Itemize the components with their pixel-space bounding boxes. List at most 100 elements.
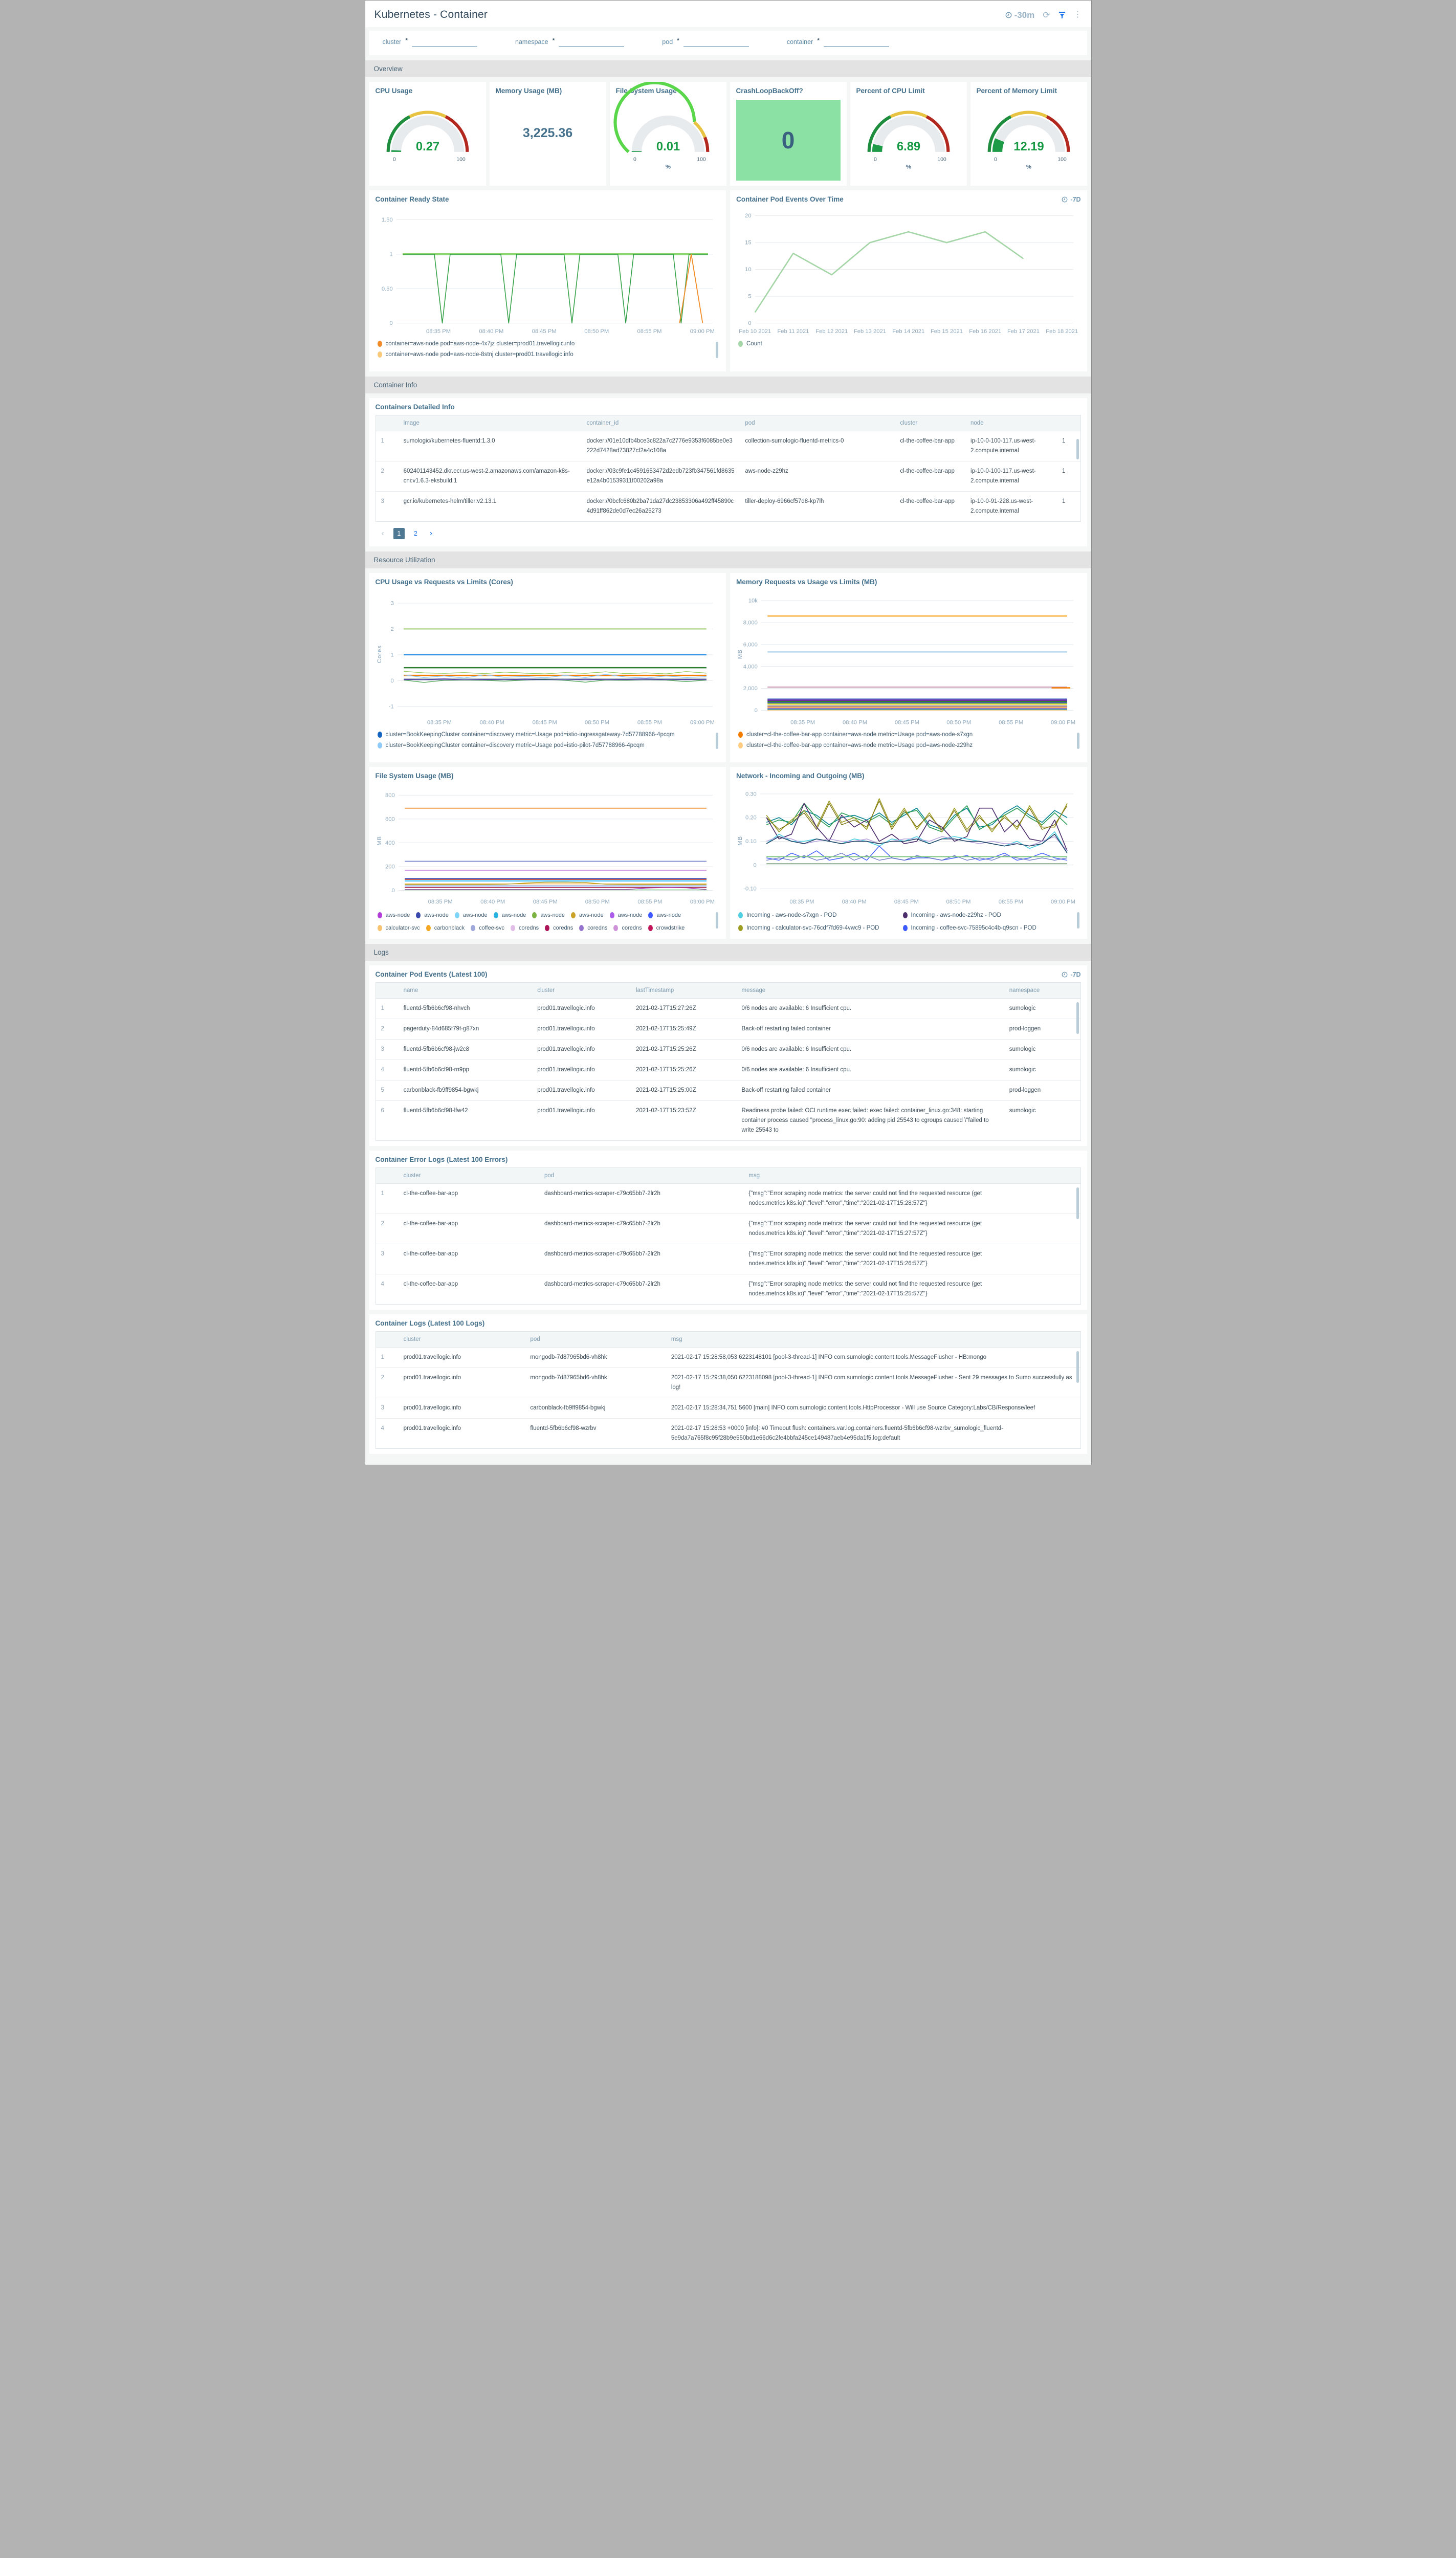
column-header[interactable]: cluster bbox=[532, 983, 631, 999]
legend-item[interactable]: coffee-svc bbox=[471, 924, 504, 932]
legend-item[interactable]: aws-node bbox=[493, 911, 526, 919]
panel-title: CPU Usage vs Requests vs Limits (Cores) bbox=[375, 578, 513, 586]
column-header[interactable] bbox=[376, 983, 399, 999]
column-header[interactable]: node bbox=[965, 415, 1057, 432]
refresh-button[interactable]: ⟳ bbox=[1043, 11, 1050, 19]
section-resource-utilization: Resource Utilization bbox=[365, 551, 1091, 568]
container-info-row: Containers Detailed Info image container_… bbox=[369, 398, 1087, 546]
filter-icon bbox=[1058, 11, 1065, 18]
legend-item[interactable]: coredns bbox=[579, 924, 607, 932]
table-cell: dashboard-metrics-scraper-c79c65bb7-2lr2… bbox=[539, 1214, 744, 1244]
table-cell: prod-loggen bbox=[1004, 1019, 1080, 1040]
legend-item[interactable]: Incoming - calculator-svc-76cdf7fd69-4vw… bbox=[738, 924, 893, 932]
column-header[interactable]: cluster bbox=[398, 1331, 525, 1348]
legend-item[interactable]: calculator-svc bbox=[377, 924, 420, 932]
charts-row-3: File System Usage (MB) 0 200 400 600 800 08:3… bbox=[369, 767, 1087, 939]
table-row: 1 prod01.travellogic.info mongodb-7d87965b… bbox=[376, 1347, 1080, 1368]
scrollbar[interactable] bbox=[716, 342, 718, 359]
table-cell: 2 bbox=[376, 461, 399, 492]
panel-containers-detailed-info: Containers Detailed Info image container_… bbox=[369, 398, 1087, 546]
table-cell: docker://01e10dfb4bce3c822a7c2776e9353f6… bbox=[586, 438, 733, 454]
column-header[interactable]: pod bbox=[525, 1331, 666, 1348]
table-cell: tiller-deploy-6966cf57d8-kp7lh bbox=[740, 491, 895, 521]
legend-item[interactable]: aws-node bbox=[648, 911, 681, 919]
column-header[interactable]: name bbox=[398, 983, 533, 999]
cpu-usage-gauge: 0.27 0 100 bbox=[386, 111, 469, 162]
legend-item[interactable]: cluster=cl-the-coffee-bar-app container=… bbox=[738, 732, 1074, 738]
panel-cpu-vs-requests: CPU Usage vs Requests vs Limits (Cores) … bbox=[369, 572, 726, 763]
filter-container-input[interactable] bbox=[823, 38, 889, 47]
column-header[interactable] bbox=[376, 415, 399, 432]
panel-percent-cpu-limit: Percent of CPU Limit 6.89 0 100% bbox=[850, 82, 967, 186]
legend-item[interactable]: aws-node bbox=[609, 911, 642, 919]
table-cell: 3 bbox=[376, 1397, 399, 1419]
legend-item[interactable]: cluster=BookKeepingCluster container=dis… bbox=[377, 732, 713, 738]
table-row: 4 prod01.travellogic.info fluentd-5fb6b6cf… bbox=[376, 1418, 1080, 1448]
page-next-button[interactable]: › bbox=[427, 528, 435, 539]
legend-item[interactable]: coredns bbox=[511, 924, 539, 932]
column-header[interactable]: cluster bbox=[895, 415, 966, 432]
column-header[interactable]: pod bbox=[539, 1168, 744, 1184]
page-1-button[interactable]: 1 bbox=[393, 527, 405, 539]
legend-item[interactable]: aws-node bbox=[416, 911, 449, 919]
page-2-button[interactable]: 2 bbox=[411, 530, 421, 538]
column-header[interactable]: image bbox=[398, 415, 582, 432]
legend-item[interactable]: coredns bbox=[545, 924, 573, 932]
svg-text:0: 0 bbox=[390, 678, 393, 684]
legend-item[interactable]: cluster=cl-the-coffee-bar-app container=… bbox=[738, 742, 1074, 749]
legend-item[interactable]: container=aws-node pod=aws-node-4x7jz cl… bbox=[377, 341, 713, 347]
legend-item[interactable]: aws-node bbox=[571, 911, 604, 919]
column-header[interactable] bbox=[376, 1331, 399, 1348]
legend-item[interactable]: container=aws-node pod=aws-node-8stnj cl… bbox=[377, 351, 713, 358]
column-header[interactable]: message bbox=[736, 983, 1004, 999]
column-header[interactable]: cluster bbox=[398, 1168, 539, 1184]
legend-item[interactable]: Incoming - aws-node-s7xgn - POD bbox=[738, 911, 893, 919]
kebab-menu-button[interactable]: ⋮ bbox=[1074, 11, 1082, 19]
svg-text:100: 100 bbox=[1057, 156, 1067, 162]
scrollbar[interactable] bbox=[716, 912, 718, 929]
scrollbar[interactable] bbox=[1076, 912, 1079, 929]
column-header[interactable]: pod bbox=[740, 415, 895, 432]
error-logs-table: cluster pod msg 1 cl-the-coffee-bar-app dashb… bbox=[376, 1168, 1080, 1304]
page-prev-button[interactable]: ‹ bbox=[379, 528, 387, 539]
legend-item[interactable]: Incoming - aws-node-z29hz - POD bbox=[902, 911, 1057, 919]
legend-item[interactable]: aws-node bbox=[377, 911, 410, 919]
scrollbar[interactable] bbox=[716, 733, 718, 749]
svg-text:%: % bbox=[906, 164, 911, 170]
filter-namespace-input[interactable] bbox=[559, 38, 625, 47]
filter-pod-input[interactable] bbox=[683, 38, 749, 47]
column-header[interactable] bbox=[1057, 415, 1080, 432]
scrollbar[interactable] bbox=[1076, 1187, 1079, 1220]
legend-dot bbox=[613, 924, 619, 931]
column-header[interactable]: msg bbox=[666, 1331, 1080, 1348]
scrollbar[interactable] bbox=[1076, 733, 1079, 749]
legend-item[interactable]: Incoming - coffee-svc-75895c4c4b-q9scn -… bbox=[902, 924, 1057, 932]
time-range-button[interactable]: -30m bbox=[1005, 11, 1034, 19]
legend-item[interactable]: coredns bbox=[613, 924, 642, 932]
filter-cluster-input[interactable] bbox=[412, 38, 477, 47]
panel-time-badge[interactable]: -7D bbox=[1062, 971, 1081, 978]
column-header[interactable]: namespace bbox=[1004, 983, 1080, 999]
filter-button[interactable] bbox=[1058, 11, 1066, 19]
panel-time-badge[interactable]: -7D bbox=[1062, 196, 1081, 203]
panel-title: CrashLoopBackOff? bbox=[736, 87, 803, 95]
panel-title: File System Usage (MB) bbox=[375, 772, 454, 780]
column-header[interactable] bbox=[376, 1168, 399, 1184]
legend-item[interactable]: cluster=BookKeepingCluster container=dis… bbox=[377, 742, 713, 749]
table-cell: 2021-02-17 15:28:58,053 6223148101 [pool… bbox=[671, 1354, 987, 1360]
legend-item[interactable]: aws-node bbox=[454, 911, 488, 919]
column-header[interactable]: lastTimestamp bbox=[630, 983, 737, 999]
legend-item[interactable]: crowdstrike bbox=[648, 924, 685, 932]
legend-item[interactable]: aws-node bbox=[532, 911, 565, 919]
svg-text:0: 0 bbox=[391, 888, 394, 894]
legend-item[interactable]: Count bbox=[738, 341, 762, 347]
table-cell: 0/6 nodes are available: 6 Insufficient … bbox=[736, 1039, 1004, 1060]
legend-item[interactable]: carbonblack bbox=[426, 924, 465, 932]
scrollbar[interactable] bbox=[1076, 439, 1079, 460]
scrollbar[interactable] bbox=[1076, 1351, 1079, 1383]
pod-events-legend: Count bbox=[736, 337, 1081, 349]
scrollbar[interactable] bbox=[1076, 1002, 1079, 1034]
column-header[interactable]: container_id bbox=[581, 415, 740, 432]
column-header[interactable]: msg bbox=[743, 1168, 1080, 1184]
table-cell: prod01.travellogic.info bbox=[398, 1418, 525, 1448]
